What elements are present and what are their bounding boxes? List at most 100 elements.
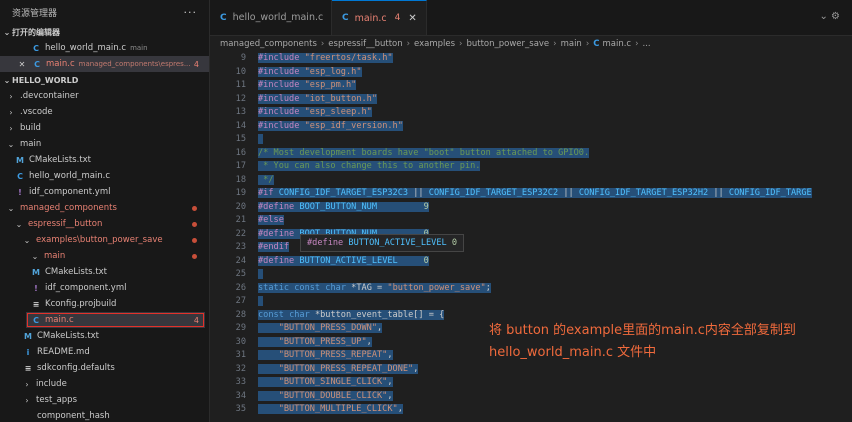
code-text: "BUTTON_MULTIPLE_CLICK", — [258, 403, 403, 417]
code-line[interactable]: 19 #if CONFIG_IDF_TARGET_ESP32C3 || CONFI… — [210, 187, 852, 201]
code-line[interactable]: 10 #include "esp_log.h" — [210, 66, 852, 80]
chevron-right-icon: › — [553, 39, 557, 49]
tree-folder[interactable]: ⌄ espressif__button — [0, 216, 209, 232]
more-actions-icon[interactable]: ··· — [184, 6, 198, 19]
code-line[interactable]: 21 #else — [210, 214, 852, 228]
code-line[interactable]: 11 #include "esp_pm.h" — [210, 79, 852, 93]
c-file-icon: C — [342, 13, 349, 23]
code-token: "esp_sleep.h" — [304, 107, 372, 117]
breadcrumb-item[interactable]: ... — [643, 39, 651, 49]
breadcrumb-item[interactable]: main.c — [602, 39, 631, 49]
tree-label: README.md — [37, 347, 90, 357]
open-editor-item[interactable]: ✕ C main.c managed_components\espres... … — [0, 56, 209, 72]
tree-file[interactable]: ! idf_component.yml — [0, 184, 209, 200]
tree-file[interactable]: i README.md — [0, 344, 209, 360]
code-token: , — [377, 323, 383, 333]
open-editor-item[interactable]: C hello_world_main.c main — [0, 40, 209, 56]
code-text: #else — [258, 214, 284, 228]
code-token: 9 — [423, 201, 429, 212]
code-token: #include — [258, 107, 300, 117]
tree-folder[interactable]: › .devcontainer — [0, 88, 209, 104]
tree-folder[interactable]: ⌄ managed_components — [0, 200, 209, 216]
tree-file[interactable]: ≡ sdkconfig.defaults — [0, 360, 209, 376]
tree-file-main-c[interactable]: C main.c 4 — [26, 312, 205, 328]
line-number: 32 — [235, 363, 246, 374]
code-token: "esp_pm.h" — [304, 80, 357, 90]
project-section[interactable]: ⌄ HELLO_WORLD — [0, 72, 209, 88]
tree-folder[interactable]: › .vscode — [0, 104, 209, 120]
tree-folder[interactable]: › build — [0, 120, 209, 136]
code-text — [258, 295, 264, 309]
tree-label: examples\button_power_save — [36, 235, 163, 245]
open-editors-section[interactable]: ⌄ 打开的编辑器 — [0, 24, 209, 40]
code-line[interactable]: 25 — [210, 268, 852, 282]
code-text: #define BOOT_BUTTON_NUM 9 — [258, 201, 429, 215]
chevron-right-icon: › — [585, 39, 590, 49]
tree-folder[interactable]: › include — [0, 376, 209, 392]
code-line[interactable]: 18 */ — [210, 174, 852, 188]
breadcrumb: managed_components › espressif__button ›… — [210, 36, 852, 52]
tree-file[interactable]: M CMakeLists.txt — [0, 328, 209, 344]
tree-file[interactable]: M CMakeLists.txt — [0, 264, 209, 280]
code-line[interactable]: 17 * You can also change this to another… — [210, 160, 852, 174]
tree-folder[interactable]: › test_apps — [0, 392, 209, 408]
code-line[interactable]: 27 — [210, 295, 852, 309]
tab-main-c[interactable]: C main.c 4 ✕ — [332, 0, 427, 35]
code-line[interactable]: 9 #include "freertos/task.h" — [210, 52, 852, 66]
code-text: /* Most development boards have "boot" b… — [258, 147, 590, 161]
config-file-icon: ≡ — [32, 299, 40, 309]
code-line[interactable]: 35 "BUTTON_MULTIPLE_CLICK", — [210, 403, 852, 417]
c-file-icon: C — [34, 59, 40, 69]
code-line[interactable]: 24 #define BUTTON_ACTIVE_LEVEL 0 — [210, 255, 852, 269]
chevron-right-icon: › — [9, 123, 13, 133]
code-text — [258, 133, 264, 147]
tree-file[interactable]: ≡ Kconfig.projbuild — [0, 296, 209, 312]
code-token: BUTTON_ACTIVE_LEVEL — [299, 255, 398, 266]
yaml-file-icon: ! — [34, 283, 38, 293]
line-number: 20 — [235, 201, 246, 212]
tooltip-text: BUTTON_ACTIVE_LEVEL — [343, 238, 452, 248]
tree-folder[interactable]: ⌄ examples\button_power_save — [0, 232, 209, 248]
tree-label: .devcontainer — [20, 91, 79, 101]
code-text: "BUTTON_SINGLE_CLICK", — [258, 376, 393, 390]
tree-label: hello_world_main.c — [29, 171, 111, 181]
code-line[interactable]: 32 "BUTTON_PRESS_REPEAT_DONE", — [210, 363, 852, 377]
tree-file[interactable]: M CMakeLists.txt — [0, 152, 209, 168]
code-token — [299, 66, 305, 77]
code-line[interactable]: 12 #include "iot_button.h" — [210, 93, 852, 107]
code-line[interactable]: 34 "BUTTON_DOUBLE_CLICK", — [210, 390, 852, 404]
breadcrumb-item[interactable]: button_power_save — [466, 39, 549, 49]
code-token: #include — [258, 66, 300, 77]
close-icon[interactable]: ✕ — [408, 13, 416, 24]
tree-folder[interactable]: ⌄ main — [0, 136, 209, 152]
line-number: 30 — [235, 336, 246, 347]
tree-file[interactable]: C hello_world_main.c — [0, 168, 209, 184]
breadcrumb-item[interactable]: espressif__button — [328, 39, 402, 49]
editor-actions[interactable]: ⌄ ⚙ — [819, 11, 840, 22]
code-line[interactable]: 33 "BUTTON_SINGLE_CLICK", — [210, 376, 852, 390]
code-line[interactable]: 16 /* Most development boards have "boot"… — [210, 147, 852, 161]
explorer-sidebar: 资源管理器 ··· ⌄ 打开的编辑器 C hello_world_main.c … — [0, 0, 210, 422]
yaml-file-icon: ! — [18, 187, 22, 197]
code-token: const — [258, 309, 284, 320]
tab-hello-world-main[interactable]: C hello_world_main.c — [210, 0, 332, 35]
breadcrumb-item[interactable]: main — [561, 39, 582, 49]
close-icon[interactable]: ✕ — [16, 60, 28, 69]
code-line[interactable]: 20 #define BOOT_BUTTON_NUM 9 — [210, 201, 852, 215]
code-line[interactable]: 13 #include "esp_sleep.h" — [210, 106, 852, 120]
code-line[interactable]: 15 — [210, 133, 852, 147]
tree-label: test_apps — [36, 395, 78, 405]
code-line[interactable]: 14 #include "esp_idf_version.h" — [210, 120, 852, 134]
tree-label: component_hash — [37, 411, 110, 421]
code-line[interactable]: 26 static const char *TAG = "button_power… — [210, 282, 852, 296]
tree-folder[interactable]: ⌄ main — [0, 248, 209, 264]
tree-file[interactable]: component_hash — [0, 408, 209, 422]
code-token — [258, 363, 279, 374]
code-text: "BUTTON_DOUBLE_CLICK", — [258, 390, 393, 404]
tree-label: .vscode — [20, 107, 53, 117]
tree-file[interactable]: ! idf_component.yml — [0, 280, 209, 296]
breadcrumb-item[interactable]: examples — [414, 39, 455, 49]
breadcrumb-item[interactable]: managed_components — [220, 39, 317, 49]
line-number: 21 — [235, 215, 246, 225]
chevron-right-icon: › — [320, 39, 325, 49]
